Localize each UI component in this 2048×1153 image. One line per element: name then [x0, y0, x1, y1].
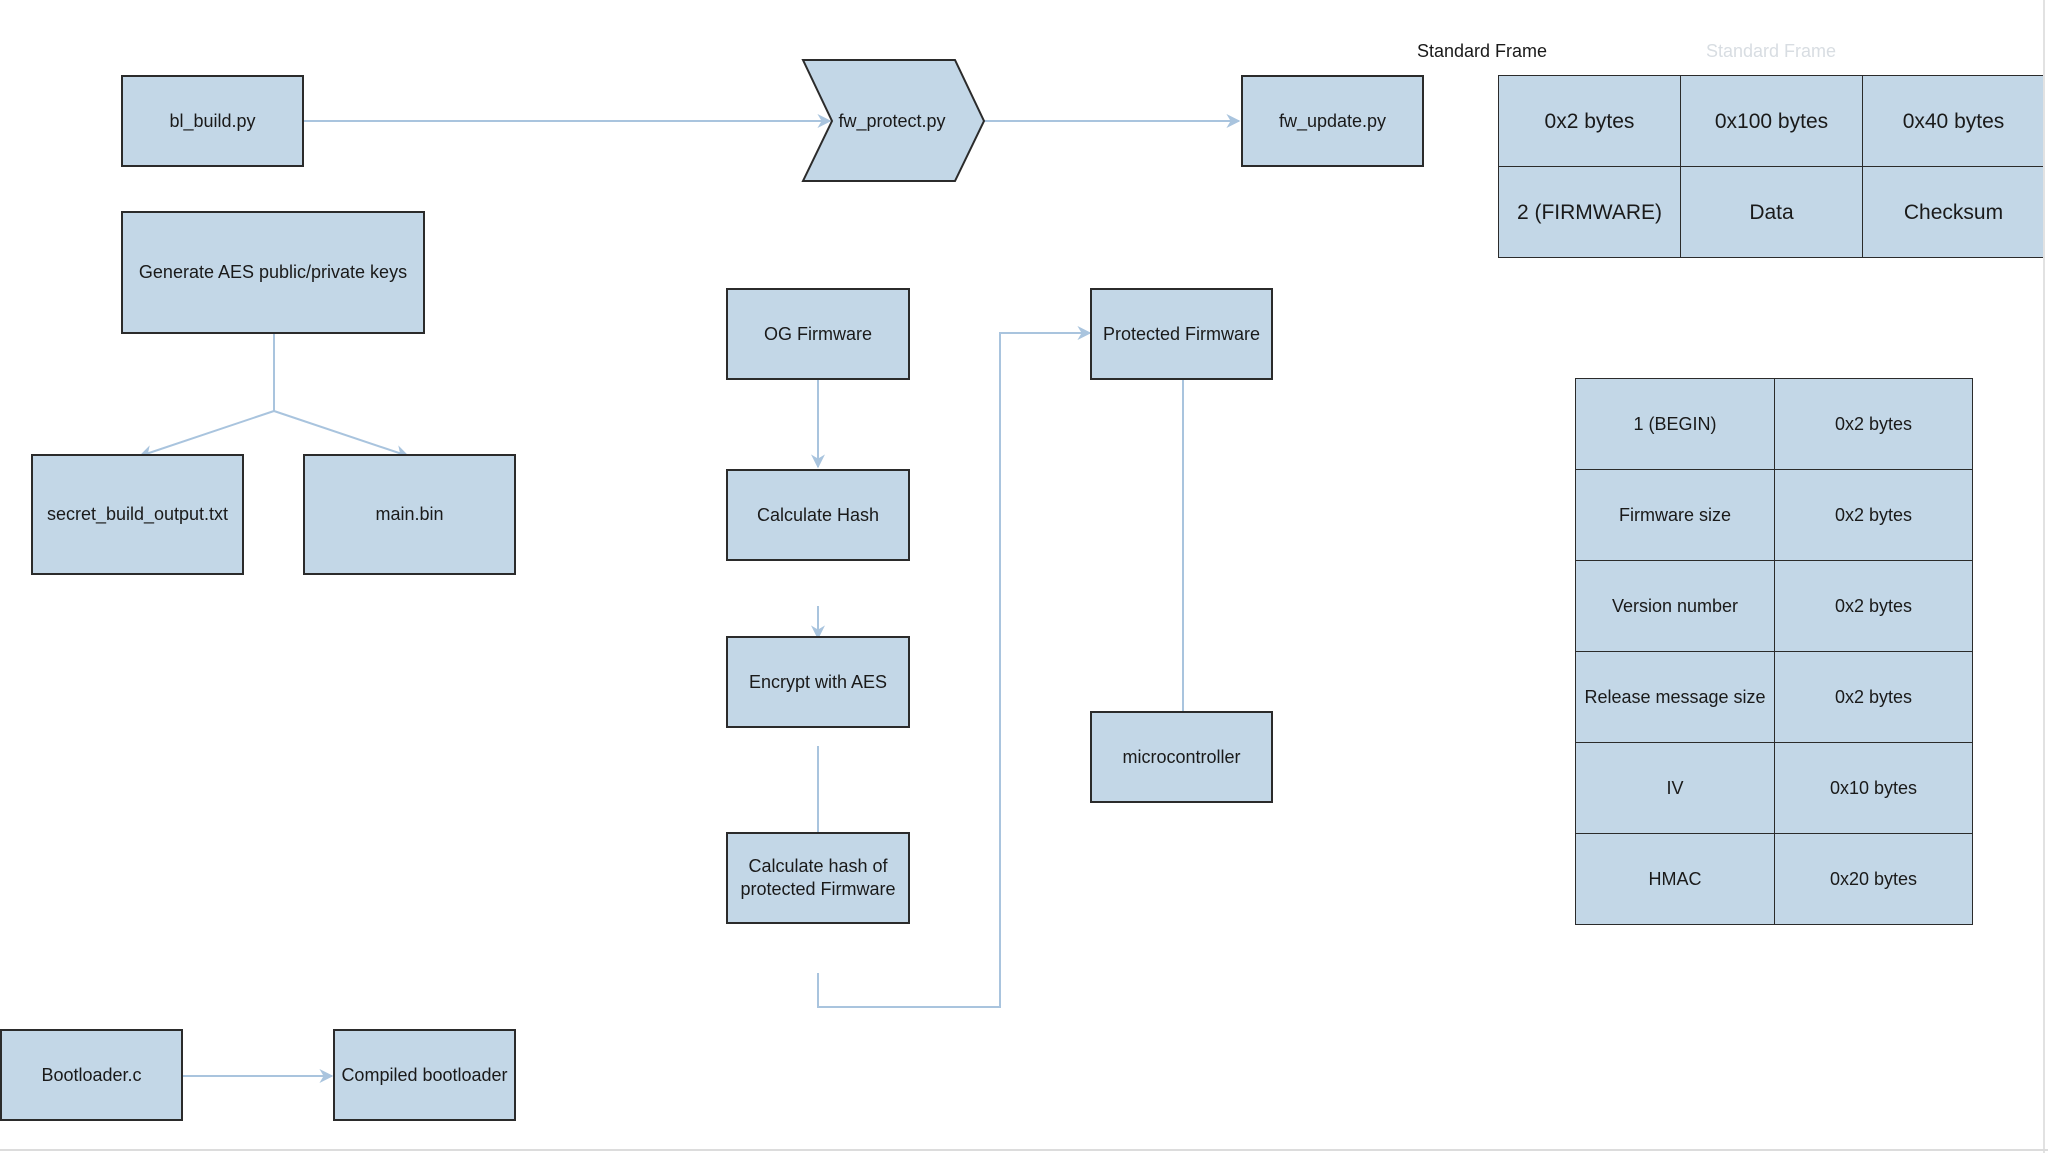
frame-size-cell[interactable]: 0x100 bytes	[1680, 75, 1863, 167]
node-bootloader-c[interactable]: Bootloader.c	[0, 1029, 183, 1121]
frame-size-cell[interactable]: 0x2 bytes	[1498, 75, 1681, 167]
node-label: fw_protect.py	[838, 110, 946, 131]
edge-keys-to-secret-output	[138, 410, 275, 459]
node-fw-update[interactable]: fw_update.py	[1241, 75, 1424, 167]
node-label: Protected Firmware	[1102, 323, 1261, 344]
node-label: Calculate hash of protected Firmware	[740, 856, 896, 899]
edge-keys-to-main-bin	[273, 410, 410, 459]
node-label: Calculate Hash	[756, 504, 880, 525]
node-label: Bootloader.c	[41, 1064, 142, 1085]
begin-field-cell[interactable]: Firmware size	[1575, 469, 1775, 561]
begin-field-cell[interactable]: IV	[1575, 742, 1775, 834]
frame-field-cell[interactable]: 2 (FIRMWARE)	[1498, 166, 1681, 258]
begin-field-cell[interactable]: 1 (BEGIN)	[1575, 378, 1775, 470]
begin-size-cell[interactable]: 0x2 bytes	[1774, 560, 1973, 652]
node-secret-build-output[interactable]: secret_build_output.txt	[31, 454, 244, 575]
node-calculate-hash-protected[interactable]: Calculate hash of protected Firmware	[726, 832, 910, 924]
node-bl-build[interactable]: bl_build.py	[121, 75, 304, 167]
begin-size-cell[interactable]: 0x2 bytes	[1774, 469, 1973, 561]
node-microcontroller[interactable]: microcontroller	[1090, 711, 1273, 803]
frame-field-cell[interactable]: Checksum	[1862, 166, 2045, 258]
node-label: Encrypt with AES	[748, 671, 888, 692]
begin-size-cell[interactable]: 0x10 bytes	[1774, 742, 1973, 834]
diagram-canvas: bl_build.py fw_protect.py fw_update.py G…	[0, 0, 2048, 1153]
node-label: bl_build.py	[169, 110, 256, 131]
node-fw-protect[interactable]: fw_protect.py	[832, 62, 952, 180]
canvas-bottom-border	[0, 1149, 2048, 1151]
node-label: OG Firmware	[764, 323, 872, 344]
node-label: secret_build_output.txt	[46, 504, 229, 524]
node-label: main.bin	[375, 504, 444, 524]
node-encrypt-aes[interactable]: Encrypt with AES	[726, 636, 910, 728]
node-protected-firmware[interactable]: Protected Firmware	[1090, 288, 1273, 380]
standard-frame-title: Standard Frame	[1417, 41, 1548, 61]
frame-size-cell[interactable]: 0x40 bytes	[1862, 75, 2045, 167]
node-label: Compiled bootloader	[341, 1064, 508, 1085]
node-generate-keys[interactable]: Generate AES public/private keys	[121, 211, 425, 334]
begin-field-cell[interactable]: HMAC	[1575, 833, 1775, 925]
node-calculate-hash[interactable]: Calculate Hash	[726, 469, 910, 561]
begin-size-cell[interactable]: 0x2 bytes	[1774, 651, 1973, 743]
node-og-firmware[interactable]: OG Firmware	[726, 288, 910, 380]
begin-field-cell[interactable]: Release message size	[1575, 651, 1775, 743]
begin-field-cell[interactable]: Version number	[1575, 560, 1775, 652]
begin-size-cell[interactable]: 0x2 bytes	[1774, 378, 1973, 470]
canvas-right-border	[2043, 0, 2045, 1153]
begin-size-cell[interactable]: 0x20 bytes	[1774, 833, 1973, 925]
node-main-bin[interactable]: main.bin	[303, 454, 516, 575]
frame-field-cell[interactable]: Data	[1680, 166, 1863, 258]
node-label: Generate AES public/private keys	[138, 262, 408, 282]
node-compiled-bootloader[interactable]: Compiled bootloader	[333, 1029, 516, 1121]
node-label: fw_update.py	[1278, 110, 1387, 131]
node-label: microcontroller	[1122, 746, 1241, 767]
standard-frame-ghost-title: Standard Frame	[1706, 41, 1837, 61]
